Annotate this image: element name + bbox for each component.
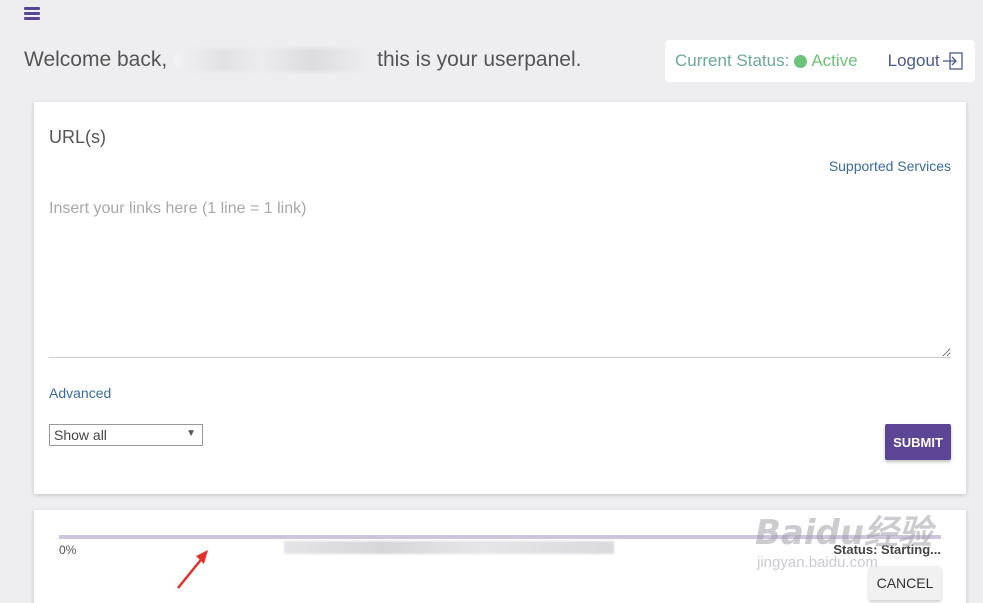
hamburger-line [24, 17, 40, 20]
submit-button[interactable]: SUBMIT [885, 424, 951, 460]
hamburger-menu-icon[interactable] [24, 7, 40, 20]
status-panel: Current Status: Active Logout [665, 40, 975, 82]
logout-label: Logout [887, 51, 940, 70]
welcome-prefix: Welcome back, [24, 48, 168, 71]
welcome-message: Welcome back, this is your userpanel. [24, 48, 581, 72]
redacted-filename [284, 541, 614, 554]
form-title: URL(s) [49, 127, 106, 147]
links-textarea[interactable] [49, 200, 951, 358]
hamburger-line [24, 12, 40, 15]
redacted-username [173, 48, 372, 72]
url-form-card: URL(s) Supported Services Advanced Show … [34, 102, 966, 494]
cancel-button[interactable]: CANCEL [869, 566, 941, 600]
filter-select[interactable]: Show all ▼ [49, 424, 203, 446]
progress-bar [59, 535, 941, 539]
status-value: Active [811, 51, 858, 70]
progress-percent: 0% [59, 543, 77, 557]
logout-button[interactable]: Logout [888, 51, 964, 71]
advanced-link[interactable]: Advanced [49, 385, 111, 401]
red-arrow-annotation-icon [177, 550, 208, 589]
status-dot-icon [794, 54, 808, 68]
dropdown-arrow-icon: ▼ [186, 428, 196, 439]
filter-selected-value: Show all [54, 427, 107, 443]
logout-arrow-icon [942, 52, 963, 70]
status-label: Current Status: [675, 51, 790, 70]
task-status-text: Status: Starting... [833, 542, 941, 557]
welcome-suffix: this is your userpanel. [377, 48, 582, 71]
hamburger-line [24, 7, 40, 10]
supported-services-link[interactable]: Supported Services [829, 158, 951, 174]
